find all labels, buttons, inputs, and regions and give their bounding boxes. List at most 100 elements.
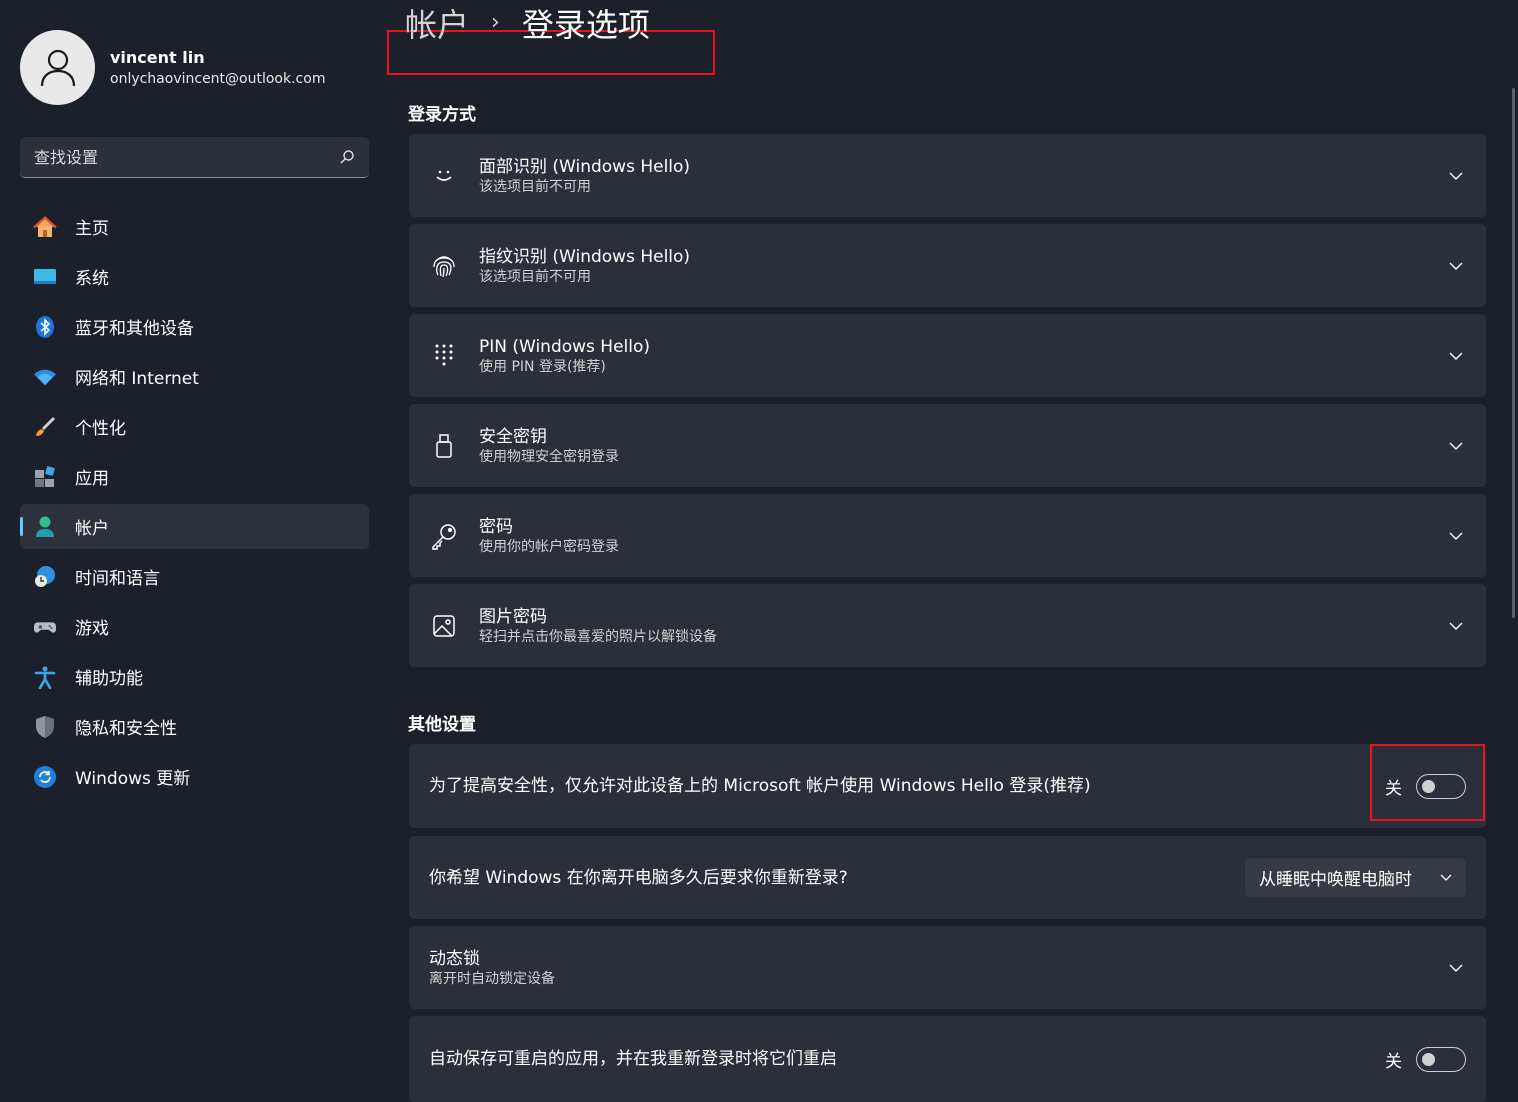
sidebar-item-home[interactable]: 主页 (20, 204, 369, 249)
option-title: 安全密钥 (479, 426, 547, 447)
pin-keypad-icon (409, 343, 479, 369)
breadcrumb-separator: › (491, 10, 500, 35)
sidebar-item-label: 系统 (75, 269, 109, 289)
main-content: 帐户 › 登录选项 登录方式 面部识别 (Windows Hello) 该选项目… (387, 0, 1518, 1102)
sidebar-item-label: Windows 更新 (75, 769, 191, 789)
chevron-down-icon (1440, 874, 1452, 881)
setting-label: 自动保存可重启的应用，并在我重新登录时将它们重启 (429, 1049, 837, 1069)
wifi-icon (33, 365, 57, 389)
option-title: 图片密码 (479, 606, 547, 627)
restart-apps-toggle[interactable] (1416, 1046, 1466, 1072)
chevron-down-icon[interactable] (1426, 262, 1486, 270)
toggle-highlight-box (1370, 744, 1485, 821)
sidebar-item-time-language[interactable]: 时间和语言 (20, 554, 369, 599)
gamepad-icon (33, 615, 57, 639)
section-title-other: 其他设置 (408, 715, 476, 735)
option-title: PIN (Windows Hello) (479, 336, 651, 357)
usb-key-icon (409, 433, 479, 459)
signin-option-security-key[interactable]: 安全密钥 使用物理安全密钥登录 (409, 404, 1486, 487)
sidebar-item-windows-update[interactable]: Windows 更新 (20, 754, 369, 799)
dropdown-value: 从睡眠中唤醒电脑时 (1259, 870, 1412, 890)
option-subtitle: 使用你的帐户密码登录 (479, 538, 619, 555)
chevron-down-icon[interactable] (1426, 172, 1486, 180)
system-icon (33, 265, 57, 289)
shield-icon (33, 715, 57, 739)
setting-relogin: 你希望 Windows 在你离开电脑多久后要求你重新登录? 从睡眠中唤醒电脑时 (409, 836, 1486, 919)
setting-title: 动态锁 (429, 948, 480, 969)
nav-list: 主页 系统 蓝牙和其他设备 网络和 Internet 个性化 应用 帐户 时间和… (20, 204, 369, 804)
fingerprint-icon (409, 253, 479, 279)
chevron-down-icon[interactable] (1426, 442, 1486, 450)
profile-email: onlychaovincent@outlook.com (110, 70, 326, 87)
sidebar-item-label: 个性化 (75, 419, 126, 439)
sidebar-item-privacy[interactable]: 隐私和安全性 (20, 704, 369, 749)
sidebar-item-label: 主页 (75, 219, 109, 239)
signin-option-fingerprint[interactable]: 指纹识别 (Windows Hello) 该选项目前不可用 (409, 224, 1486, 307)
sidebar-item-apps[interactable]: 应用 (20, 454, 369, 499)
setting-restart-apps: 自动保存可重启的应用，并在我重新登录时将它们重启 关 (409, 1016, 1486, 1102)
sidebar-item-personalization[interactable]: 个性化 (20, 404, 369, 449)
sidebar-item-system[interactable]: 系统 (20, 254, 369, 299)
settings-window: vincent lin onlychaovincent@outlook.com … (0, 0, 1518, 1102)
account-icon (33, 515, 57, 539)
home-icon (33, 215, 57, 239)
option-title: 密码 (479, 516, 513, 537)
setting-dynamic-lock[interactable]: 动态锁 离开时自动锁定设备 (409, 926, 1486, 1009)
user-profile[interactable]: vincent lin onlychaovincent@outlook.com (20, 30, 325, 105)
picture-icon (409, 614, 479, 638)
option-title: 面部识别 (Windows Hello) (479, 156, 691, 177)
relogin-dropdown[interactable]: 从睡眠中唤醒电脑时 (1245, 858, 1466, 897)
sidebar-item-label: 辅助功能 (75, 669, 143, 689)
signin-option-pin[interactable]: PIN (Windows Hello) 使用 PIN 登录(推荐) (409, 314, 1486, 397)
sidebar-item-label: 应用 (75, 469, 109, 489)
setting-hello-only: 为了提高安全性，仅允许对此设备上的 Microsoft 帐户使用 Windows… (409, 744, 1486, 828)
scrollbar[interactable] (1512, 88, 1515, 618)
sidebar-item-bluetooth[interactable]: 蓝牙和其他设备 (20, 304, 369, 349)
signin-option-picture-password[interactable]: 图片密码 轻扫并点击你最喜爱的照片以解锁设备 (409, 584, 1486, 667)
sidebar-item-accounts[interactable]: 帐户 (20, 504, 369, 549)
chevron-down-icon[interactable] (1426, 352, 1486, 360)
option-subtitle: 使用物理安全密钥登录 (479, 448, 619, 465)
key-icon (409, 522, 479, 550)
signin-option-face[interactable]: 面部识别 (Windows Hello) 该选项目前不可用 (409, 134, 1486, 217)
toggle-state-label: 关 (1385, 1051, 1402, 1072)
face-icon (409, 164, 479, 188)
option-subtitle: 轻扫并点击你最喜爱的照片以解锁设备 (479, 628, 717, 645)
sidebar-item-label: 隐私和安全性 (75, 719, 177, 739)
accessibility-icon (33, 665, 57, 689)
sidebar-item-label: 蓝牙和其他设备 (75, 319, 194, 339)
setting-label: 为了提高安全性，仅允许对此设备上的 Microsoft 帐户使用 Windows… (429, 776, 1091, 796)
search-input[interactable] (34, 147, 339, 167)
chevron-down-icon[interactable] (1426, 964, 1486, 972)
setting-subtitle: 离开时自动锁定设备 (429, 970, 555, 987)
option-subtitle: 该选项目前不可用 (479, 178, 591, 195)
chevron-down-icon[interactable] (1426, 532, 1486, 540)
signin-option-password[interactable]: 密码 使用你的帐户密码登录 (409, 494, 1486, 577)
search-box[interactable] (20, 137, 369, 178)
section-title-signin: 登录方式 (408, 105, 476, 125)
person-icon (40, 49, 75, 86)
sidebar-item-label: 游戏 (75, 619, 109, 639)
option-subtitle: 该选项目前不可用 (479, 268, 591, 285)
profile-name: vincent lin (110, 47, 205, 67)
restart-apps-toggle-group: 关 (1385, 1046, 1466, 1072)
sidebar-item-network[interactable]: 网络和 Internet (20, 354, 369, 399)
update-icon (33, 765, 57, 789)
option-title: 指纹识别 (Windows Hello) (479, 246, 691, 267)
sidebar-item-label: 网络和 Internet (75, 369, 199, 389)
apps-icon (33, 465, 57, 489)
breadcrumb-parent[interactable]: 帐户 (405, 0, 469, 46)
brush-icon (33, 415, 57, 439)
sidebar-item-accessibility[interactable]: 辅助功能 (20, 654, 369, 699)
chevron-down-icon[interactable] (1426, 622, 1486, 630)
sidebar-item-label: 时间和语言 (75, 569, 160, 589)
sidebar: vincent lin onlychaovincent@outlook.com … (0, 0, 388, 1102)
sidebar-item-gaming[interactable]: 游戏 (20, 604, 369, 649)
bluetooth-icon (33, 315, 57, 339)
avatar (20, 30, 95, 105)
sidebar-item-label: 帐户 (75, 519, 109, 539)
globe-clock-icon (33, 565, 57, 589)
search-icon[interactable] (339, 149, 355, 165)
breadcrumb: 帐户 › 登录选项 (405, 0, 650, 45)
setting-label: 你希望 Windows 在你离开电脑多久后要求你重新登录? (429, 867, 848, 888)
